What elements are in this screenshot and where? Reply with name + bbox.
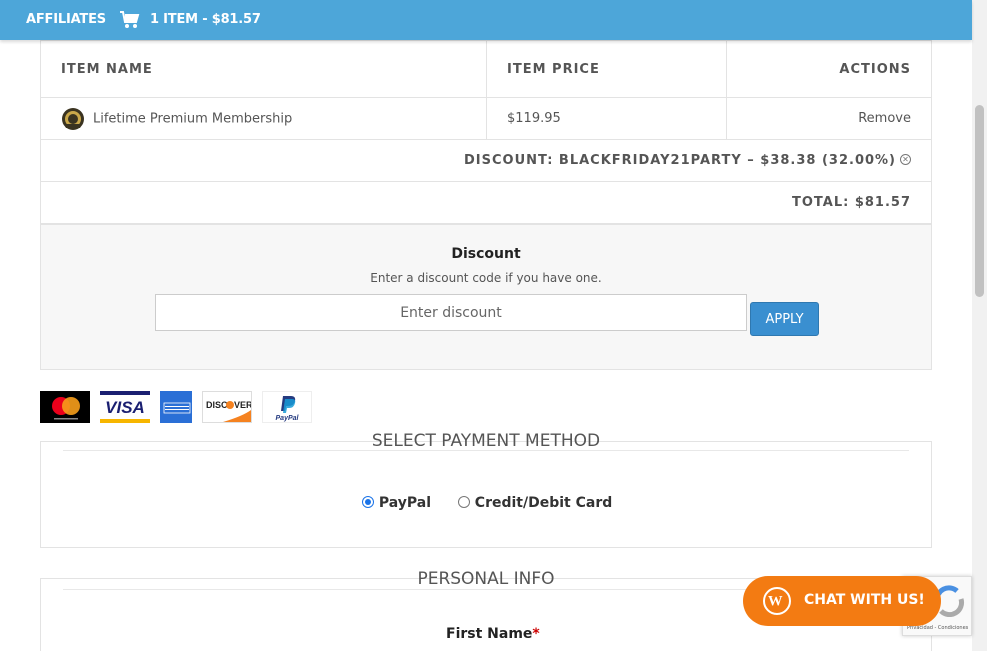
svg-text:PayPal: PayPal — [276, 415, 300, 422]
first-name-text: First Name — [446, 626, 533, 642]
discount-row: DISCOUNT: BLACKFRIDAY21PARTY – $38.38 (3… — [40, 139, 932, 182]
cart-icon[interactable] — [120, 11, 140, 29]
discount-title: Discount — [451, 246, 521, 262]
paypal-radio[interactable] — [362, 496, 374, 508]
payment-method-title: SELECT PAYMENT METHOD — [371, 431, 601, 451]
chat-with-us-button[interactable]: W CHAT WITH US! — [743, 576, 941, 626]
payment-options: PayPal Credit/Debit Card — [362, 495, 612, 511]
card-radio[interactable] — [457, 496, 470, 508]
discount-subtitle: Enter a discount code if you have one. — [370, 271, 602, 285]
discount-summary-text: DISCOUNT: BLACKFRIDAY21PARTY – $38.38 (3… — [464, 153, 896, 168]
amex-icon — [160, 391, 192, 423]
total-row: TOTAL: $81.57 — [40, 181, 932, 224]
scrollbar-thumb[interactable] — [975, 105, 984, 297]
mastercard-icon — [40, 391, 90, 423]
svg-text:VISA: VISA — [105, 398, 145, 417]
discount-summary: DISCOUNT: BLACKFRIDAY21PARTY – $38.38 (3… — [40, 139, 932, 182]
wordpress-icon: W — [763, 587, 791, 615]
discount-code-input[interactable] — [155, 294, 747, 331]
membership-badge-icon — [62, 107, 84, 130]
required-mark: * — [532, 626, 540, 642]
svg-text:VER: VER — [234, 400, 251, 410]
header-actions: ACTIONS — [726, 40, 932, 98]
discount-panel: Discount Enter a discount code if you ha… — [40, 224, 932, 370]
apply-discount-button[interactable]: APPLY — [750, 302, 819, 336]
paypal-option[interactable]: PayPal — [362, 495, 436, 511]
cart-summary-link[interactable]: 1 ITEM - $81.57 — [150, 12, 261, 27]
header-item-price: ITEM PRICE — [486, 40, 727, 98]
paypal-label[interactable]: PayPal — [379, 495, 431, 511]
card-label[interactable]: Credit/Debit Card — [475, 495, 612, 511]
page-scrollbar[interactable] — [972, 0, 987, 651]
chat-label[interactable]: CHAT WITH US! — [804, 592, 925, 608]
payment-section-divider — [63, 450, 909, 451]
svg-text:DISC: DISC — [206, 400, 228, 410]
first-name-label: First Name* — [446, 626, 540, 642]
remove-item-link[interactable]: Remove — [726, 97, 932, 140]
top-nav-bar: AFFILIATES 1 ITEM - $81.57 — [0, 0, 972, 40]
discover-icon: DISC VER — [202, 391, 253, 423]
table-row: Lifetime Premium Membership $119.95 Remo… — [40, 97, 932, 140]
visa-icon: VISA — [100, 391, 150, 423]
total-summary: TOTAL: $81.57 — [40, 181, 932, 224]
paypal-icon: PayPal — [262, 391, 312, 423]
item-name: Lifetime Premium Membership — [93, 111, 293, 126]
affiliates-link[interactable]: AFFILIATES — [26, 12, 106, 27]
remove-discount-icon[interactable]: ✕ — [900, 154, 911, 165]
cart-table: ITEM NAME ITEM PRICE ACTIONS Lifetime Pr… — [40, 40, 932, 224]
card-option[interactable]: Credit/Debit Card — [457, 495, 612, 511]
item-name-cell: Lifetime Premium Membership — [40, 97, 487, 140]
header-item-name: ITEM NAME — [40, 40, 487, 98]
cart-table-header: ITEM NAME ITEM PRICE ACTIONS — [40, 40, 932, 98]
item-price: $119.95 — [486, 97, 727, 140]
svg-text:W: W — [768, 593, 783, 609]
